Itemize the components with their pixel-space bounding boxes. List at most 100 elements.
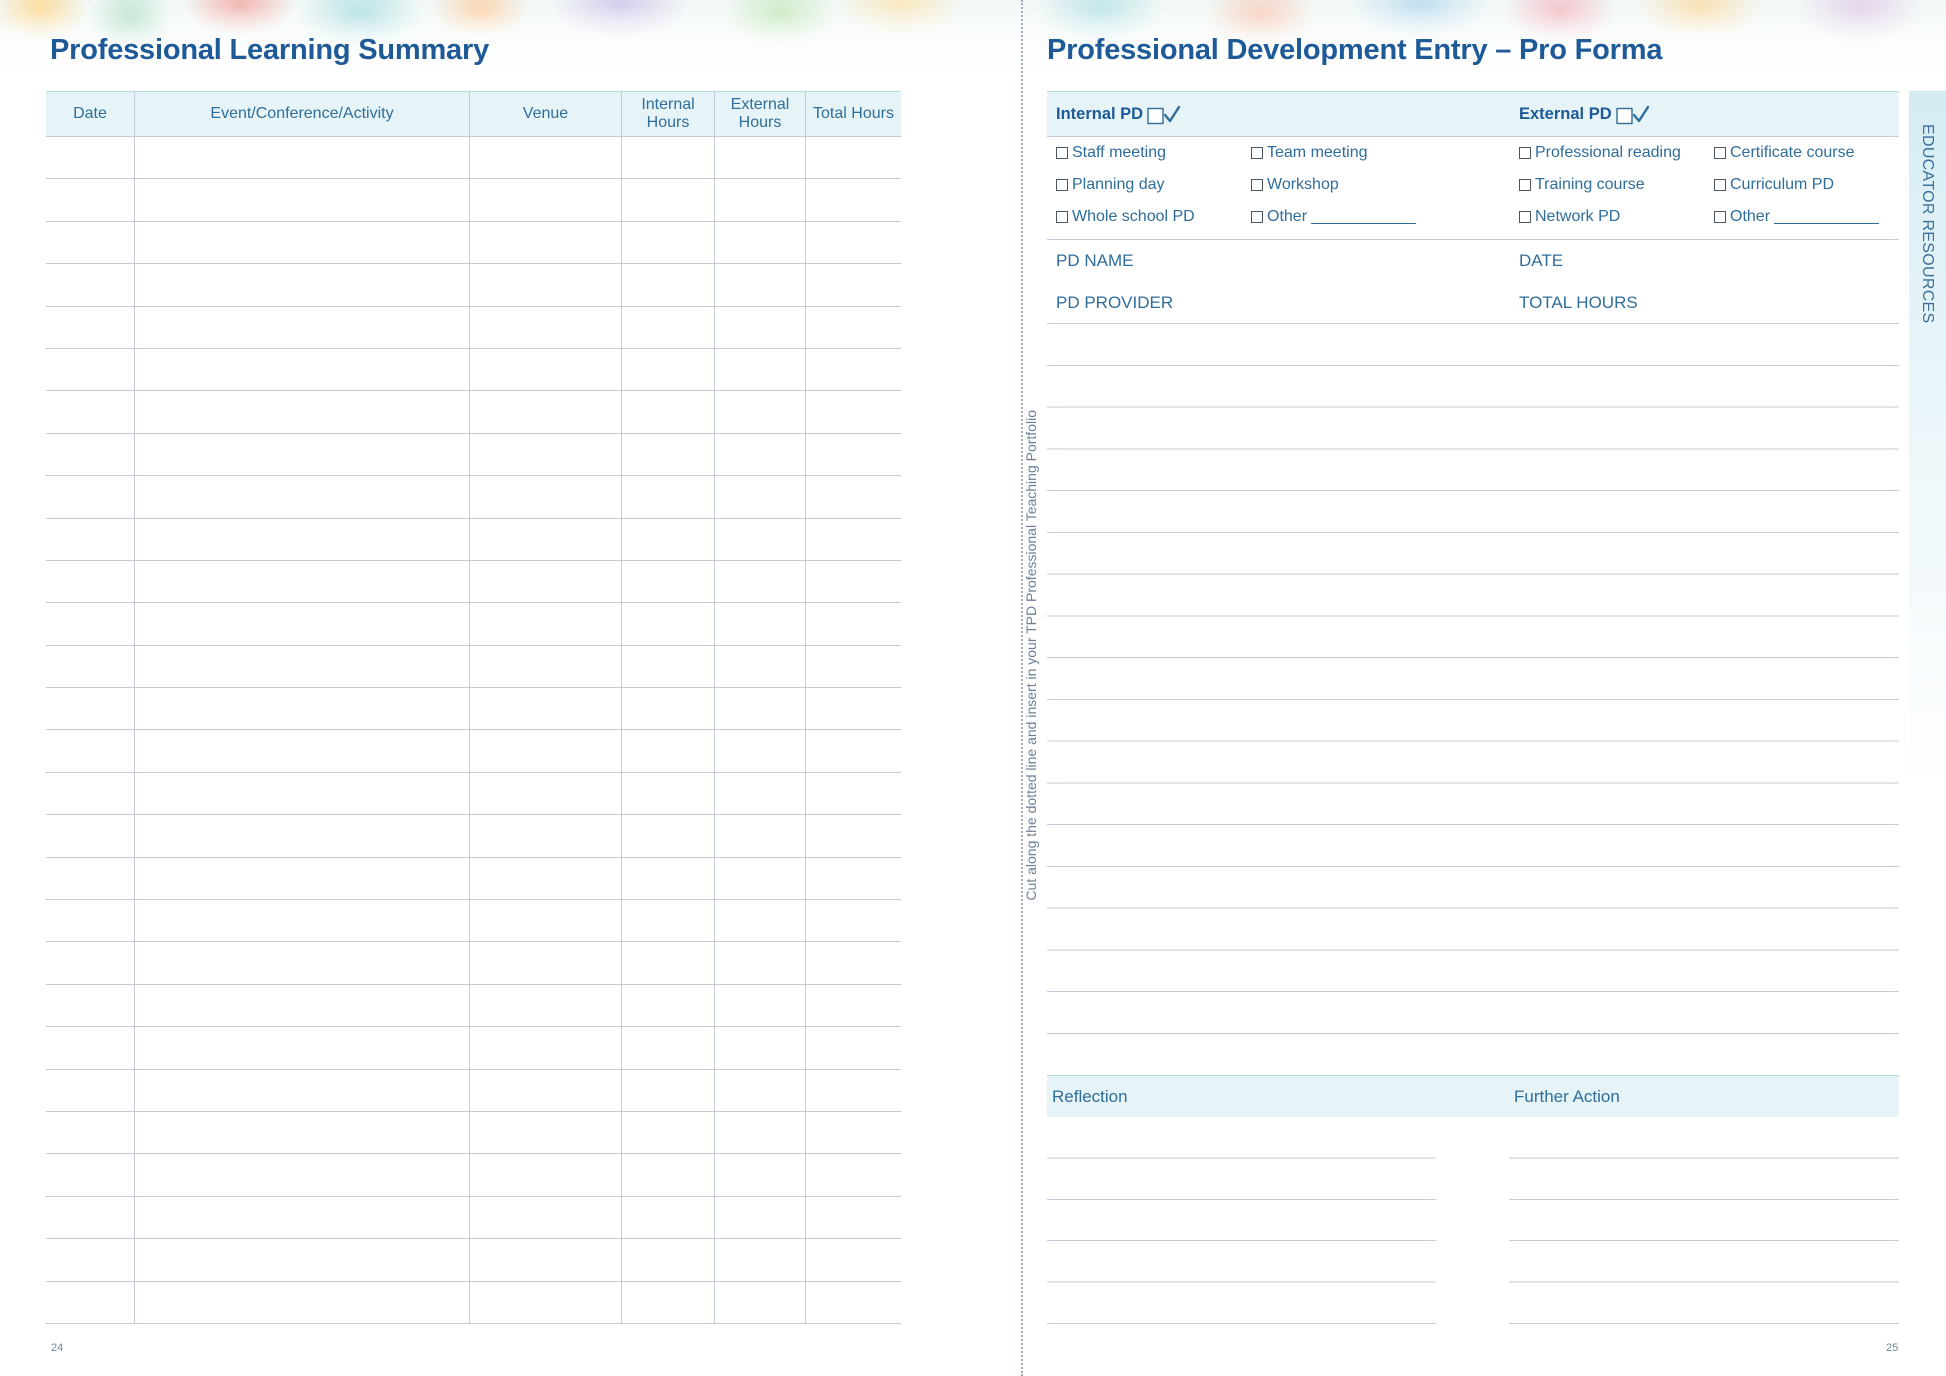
option-whole-school-pd[interactable]: Whole school PD bbox=[1056, 201, 1195, 233]
table-cell bbox=[46, 646, 134, 687]
table-cell bbox=[714, 942, 805, 984]
table-cell bbox=[46, 773, 134, 814]
checkbox-icon[interactable] bbox=[1714, 211, 1726, 223]
option-certificate-course[interactable]: Certificate course bbox=[1714, 137, 1879, 169]
checkbox-icon[interactable] bbox=[1714, 179, 1726, 191]
table-cell bbox=[714, 984, 805, 1027]
table-cell bbox=[621, 348, 714, 391]
table-cell bbox=[469, 730, 621, 772]
table-cell bbox=[805, 688, 901, 730]
table-cell bbox=[621, 603, 714, 645]
pd-provider-label: PD PROVIDER bbox=[1056, 293, 1174, 312]
further-action-lines bbox=[1509, 1117, 1899, 1324]
table-cell bbox=[469, 221, 621, 264]
checkbox-icon[interactable] bbox=[1056, 211, 1068, 223]
table-cell bbox=[714, 688, 805, 730]
table-cell bbox=[46, 179, 134, 220]
option-curriculum-pd[interactable]: Curriculum PD bbox=[1714, 169, 1879, 201]
checkbox-icon[interactable] bbox=[1519, 147, 1531, 159]
reflection-lines bbox=[1047, 1117, 1436, 1324]
table-cell bbox=[714, 348, 805, 391]
checkbox-icon[interactable] bbox=[1056, 147, 1068, 159]
table-cell bbox=[134, 391, 469, 433]
checkbox-icon[interactable] bbox=[1056, 179, 1068, 191]
table-cell bbox=[46, 1239, 134, 1280]
table-cell bbox=[46, 434, 134, 475]
page-number-right: 25 bbox=[1886, 1342, 1899, 1354]
table-row bbox=[46, 391, 901, 434]
table-cell bbox=[621, 942, 714, 984]
table-row bbox=[46, 221, 901, 265]
table-cell bbox=[714, 137, 805, 179]
date-label: DATE bbox=[1519, 251, 1564, 270]
further-action-label: Further Action bbox=[1514, 1086, 1620, 1106]
table-cell bbox=[46, 307, 134, 348]
table-row bbox=[46, 560, 901, 604]
table-cell bbox=[621, 518, 714, 560]
table-cell bbox=[714, 603, 805, 645]
table-cell bbox=[469, 264, 621, 306]
checkbox-icon[interactable] bbox=[1519, 211, 1531, 223]
table-cell bbox=[714, 772, 805, 815]
table-cell bbox=[621, 900, 714, 942]
option-external-other[interactable]: Other bbox=[1714, 201, 1880, 233]
other-write-in-line[interactable] bbox=[1311, 210, 1417, 224]
table-cell bbox=[469, 1154, 621, 1196]
table-cell bbox=[469, 560, 621, 603]
table-cell bbox=[714, 476, 805, 518]
internal-options-col-1: Staff meeting Planning day Whole school … bbox=[1056, 137, 1195, 233]
table-body bbox=[46, 137, 901, 1324]
table-cell bbox=[714, 433, 805, 476]
table-cell bbox=[46, 264, 134, 305]
table-row bbox=[46, 1069, 901, 1112]
option-training-course[interactable]: Training course bbox=[1519, 169, 1681, 201]
table-cell bbox=[805, 730, 901, 772]
checkbox-icon[interactable] bbox=[1519, 179, 1531, 191]
table-cell bbox=[134, 560, 469, 603]
table-cell bbox=[805, 348, 901, 391]
table-cell bbox=[805, 137, 901, 179]
column-header-event: Event/Conference/Activity bbox=[134, 92, 469, 136]
table-cell bbox=[469, 772, 621, 815]
table-cell bbox=[621, 476, 714, 518]
option-network-pd[interactable]: Network PD bbox=[1519, 201, 1681, 233]
option-planning-day[interactable]: Planning day bbox=[1056, 169, 1195, 201]
option-label: Staff meeting bbox=[1072, 144, 1166, 161]
table-cell bbox=[621, 560, 714, 603]
option-staff-meeting[interactable]: Staff meeting bbox=[1056, 137, 1195, 169]
table-cell bbox=[134, 772, 469, 815]
column-header-total-hours: Total Hours bbox=[805, 92, 901, 136]
checkbox-icon[interactable] bbox=[1714, 147, 1726, 159]
table-cell bbox=[46, 1112, 134, 1153]
option-label: Curriculum PD bbox=[1730, 176, 1835, 193]
table-cell bbox=[469, 306, 621, 348]
table-cell bbox=[469, 179, 621, 221]
page-title-learning-summary: Professional Learning Summary bbox=[50, 34, 489, 66]
table-cell bbox=[46, 349, 134, 390]
table-row bbox=[46, 1196, 901, 1240]
table-cell bbox=[805, 1069, 901, 1111]
option-team-meeting[interactable]: Team meeting bbox=[1251, 137, 1416, 169]
table-cell bbox=[805, 772, 901, 815]
table-cell bbox=[805, 433, 901, 476]
table-cell bbox=[714, 1111, 805, 1154]
table-cell bbox=[46, 942, 134, 983]
table-cell bbox=[621, 1281, 714, 1323]
option-professional-reading[interactable]: Professional reading bbox=[1519, 137, 1681, 169]
option-internal-other[interactable]: Other bbox=[1251, 201, 1417, 233]
other-write-in-line[interactable] bbox=[1774, 210, 1880, 224]
table-cell bbox=[469, 900, 621, 942]
table-cell bbox=[134, 348, 469, 391]
option-workshop[interactable]: Workshop bbox=[1251, 169, 1416, 201]
internal-options-col-2: Team meeting Workshop Other bbox=[1251, 137, 1417, 233]
table-cell bbox=[134, 1154, 469, 1196]
table-cell bbox=[714, 900, 805, 942]
table-cell bbox=[714, 179, 805, 221]
checkbox-icon[interactable] bbox=[1251, 211, 1263, 223]
table-cell bbox=[714, 1239, 805, 1281]
checkbox-icon[interactable] bbox=[1251, 179, 1263, 191]
checkbox-icon[interactable] bbox=[1251, 147, 1263, 159]
table-cell bbox=[621, 137, 714, 179]
table-cell bbox=[469, 518, 621, 560]
table-cell bbox=[46, 1197, 134, 1238]
